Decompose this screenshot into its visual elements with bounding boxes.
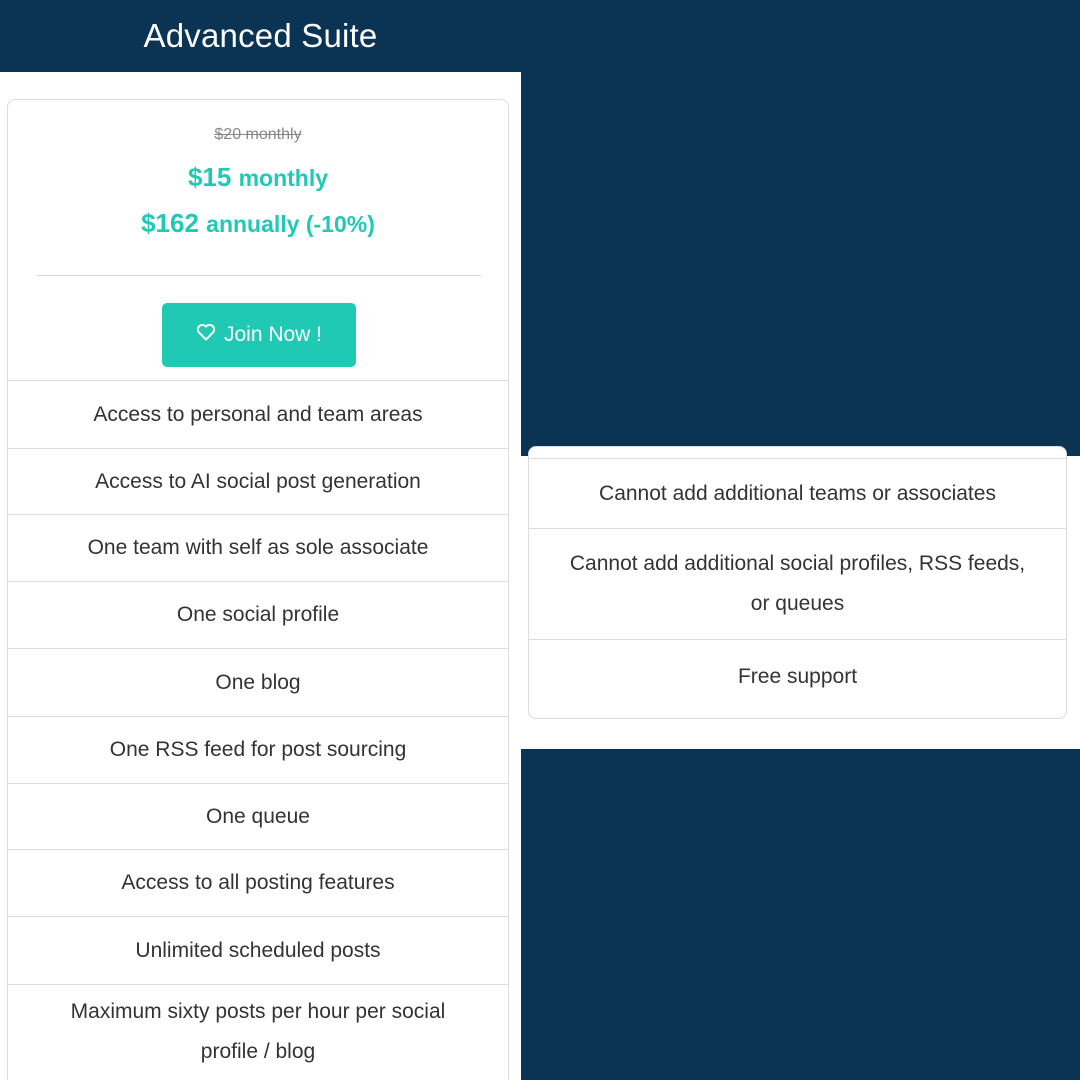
feature-item: One team with self as sole associate	[8, 514, 508, 581]
feature-item: Access to all posting features	[8, 849, 508, 916]
feature-item: Cannot add additional social profiles, R…	[529, 528, 1066, 639]
monthly-amount: $15	[187, 162, 232, 192]
plan-title: Advanced Suite	[0, 0, 521, 72]
monthly-price: $15 monthly	[8, 162, 508, 193]
pricing-card-continued: Cannot add additional teams or associate…	[528, 446, 1067, 719]
feature-item: Unlimited scheduled posts	[8, 916, 508, 984]
feature-item: One queue	[8, 783, 508, 849]
annual-amount: $162	[141, 208, 199, 238]
heart-icon	[196, 322, 216, 348]
annual-price: $162 annually (-10%)	[8, 208, 508, 239]
join-now-label: Join Now !	[223, 323, 323, 346]
feature-list-continued: Cannot add additional teams or associate…	[529, 458, 1066, 714]
join-now-button[interactable]: Join Now !	[162, 303, 356, 367]
pricing-panel-right: Cannot add additional teams or associate…	[521, 446, 1080, 749]
annual-unit: annually (-10%)	[206, 211, 375, 237]
feature-list: Access to personal and team areas Access…	[8, 380, 508, 1079]
pricing-panel-left: Advanced Suite $20 monthly $15 monthly $…	[0, 0, 521, 1080]
pricing-card: $20 monthly $15 monthly $162 annually (-…	[7, 99, 509, 1080]
feature-item: Free support	[529, 639, 1066, 714]
feature-item: Maximum sixty posts per hour per social …	[8, 984, 508, 1079]
feature-item: One RSS feed for post sourcing	[8, 716, 508, 783]
monthly-unit: monthly	[238, 165, 329, 191]
price-divider	[37, 275, 481, 276]
feature-item: One blog	[8, 648, 508, 716]
old-price: $20 monthly	[214, 126, 302, 143]
feature-item: Access to AI social post generation	[8, 448, 508, 514]
feature-item: One social profile	[8, 581, 508, 648]
feature-item: Cannot add additional teams or associate…	[529, 458, 1066, 528]
feature-item: Access to personal and team areas	[8, 380, 508, 448]
